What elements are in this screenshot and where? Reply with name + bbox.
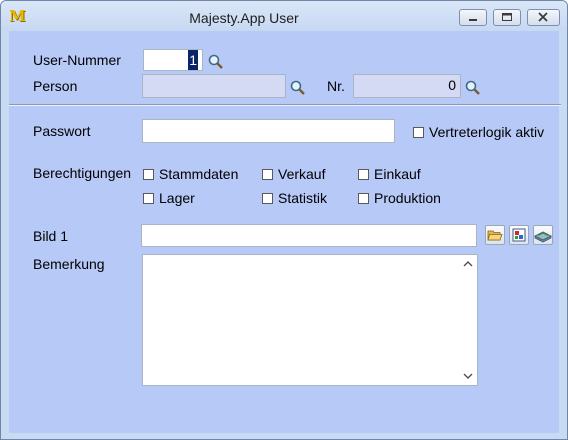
checkbox-verkauf[interactable]: Verkauf (262, 166, 325, 182)
folder-open-icon (487, 230, 503, 241)
scanner-icon (534, 231, 552, 243)
scroll-up-icon[interactable] (463, 260, 473, 268)
person-label: Person (33, 78, 78, 94)
checkbox-label: Statistik (278, 190, 328, 206)
checkbox-box[interactable] (262, 192, 273, 204)
person-search-icon[interactable] (289, 79, 307, 97)
checkbox-box[interactable] (262, 168, 273, 180)
maximize-icon (502, 13, 512, 21)
checkbox-label: Lager (159, 190, 195, 206)
checkbox-box[interactable] (143, 168, 154, 180)
checkbox-lager[interactable]: Lager (143, 190, 195, 206)
checkbox-stammdaten[interactable]: Stammdaten (143, 166, 238, 182)
nr-label: Nr. (327, 78, 345, 94)
person-field[interactable] (142, 74, 286, 98)
bemerkung-textarea[interactable] (142, 254, 478, 386)
minimize-button[interactable] (459, 9, 487, 26)
nr-field[interactable]: 0 (353, 74, 461, 98)
checkbox-box[interactable] (358, 192, 369, 204)
checkbox-box[interactable] (358, 168, 369, 180)
search-icon[interactable] (207, 53, 225, 71)
user-nummer-field[interactable]: 1 (143, 49, 203, 71)
checkbox-produktion[interactable]: Produktion (358, 190, 441, 206)
checkbox-label: Produktion (374, 190, 441, 206)
maximize-button[interactable] (493, 9, 521, 26)
bemerkung-label: Bemerkung (33, 256, 105, 272)
nr-search-icon[interactable] (464, 79, 482, 97)
user-nummer-value: 1 (188, 50, 198, 70)
checkbox-label: Stammdaten (159, 166, 239, 182)
checkbox-einkauf[interactable]: Einkauf (358, 166, 421, 182)
passwort-label: Passwort (33, 123, 91, 139)
window-title: Majesty.App User (189, 10, 299, 26)
title-bar[interactable]: M Majesty.App User (1, 1, 567, 31)
checkbox-box[interactable] (143, 192, 154, 204)
scan-button[interactable] (533, 225, 553, 245)
minimize-icon (469, 19, 477, 21)
view-image-button[interactable] (509, 225, 529, 245)
checkbox-label: Einkauf (374, 166, 421, 182)
scrollbar[interactable] (460, 255, 477, 385)
form-area: User-Nummer 1 Person Nr. 0 Passwort Vert… (9, 31, 561, 433)
scroll-down-icon[interactable] (463, 372, 473, 380)
vertreterlogik-label: Vertreterlogik aktiv (429, 124, 545, 140)
open-file-button[interactable] (485, 225, 505, 245)
passwort-field[interactable] (142, 119, 395, 143)
app-window: M Majesty.App User User-Nummer 1 Person (0, 0, 568, 440)
close-icon (538, 12, 548, 22)
vertreterlogik-checkbox[interactable]: Vertreterlogik aktiv (413, 124, 544, 140)
separator (9, 104, 561, 106)
checkbox-statistik[interactable]: Statistik (262, 190, 327, 206)
user-nummer-label: User-Nummer (33, 52, 121, 68)
image-icon (512, 228, 526, 242)
close-button[interactable] (527, 9, 560, 26)
berechtigungen-label: Berechtigungen (33, 165, 132, 181)
bild1-label: Bild 1 (33, 228, 69, 244)
checkbox-box[interactable] (413, 126, 424, 138)
bild1-field[interactable] (141, 224, 477, 247)
checkbox-label: Verkauf (278, 166, 326, 182)
